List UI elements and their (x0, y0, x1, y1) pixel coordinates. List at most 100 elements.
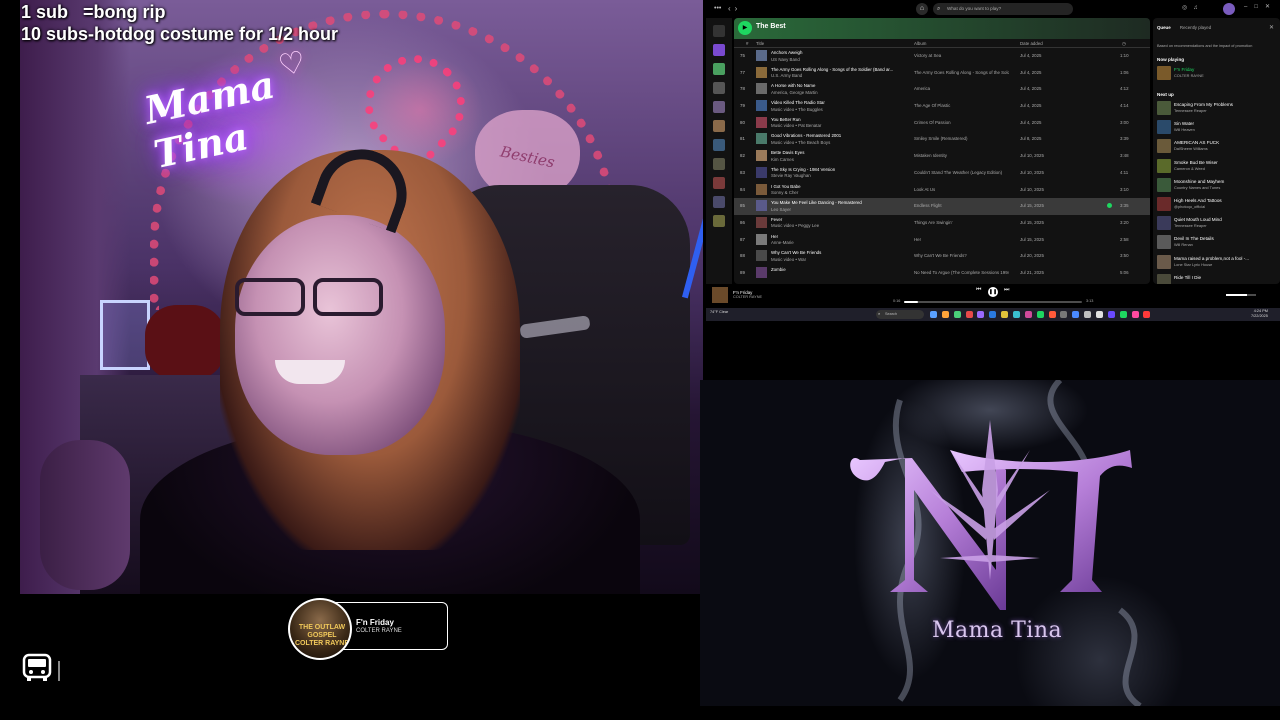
queue-item[interactable]: Smoke Bud Be Wiser Cameron & Weed (1157, 158, 1277, 173)
track-title: Why Can't We Be Friends (771, 250, 822, 256)
track-row[interactable]: 78 A Horse with No Name America, George Ma… (734, 81, 1150, 98)
library-icon[interactable] (713, 25, 725, 37)
track-row[interactable]: 82 Bette Davis Eyes Kim Carnes Mistaken Ide… (734, 148, 1150, 165)
app-icon[interactable] (1001, 311, 1009, 318)
track-thumb (756, 66, 767, 78)
column-headers: # Title Album Date added ◷ (734, 39, 1150, 48)
queue-item[interactable]: Escaping From My Problems Tennessee Reape… (1157, 101, 1277, 115)
queue-now-playing[interactable]: F'n Friday COLTER RAYNE (1157, 66, 1277, 80)
queue-item[interactable]: Devil In The Details Will Renan (1157, 235, 1277, 250)
queue-item[interactable]: Sin Water Will Heaven (1157, 120, 1277, 135)
desk-lamp (100, 300, 150, 370)
app-icon[interactable] (1024, 311, 1032, 318)
volume-slider[interactable] (1226, 294, 1256, 296)
tab-recently-played[interactable]: Recently played (1180, 25, 1211, 30)
track-row[interactable]: 81 Good Vibrations - Remastered 2001 Music… (734, 131, 1150, 148)
track-row[interactable]: 79 Video Killed The Radio Star Music video… (734, 98, 1150, 115)
search-input[interactable]: ⌕ What do you want to play? (933, 3, 1073, 15)
app-icon[interactable] (1084, 311, 1092, 318)
track-date-added: Jul 10, 2025 (1020, 153, 1044, 159)
home-icon[interactable]: ⌂ (916, 3, 928, 15)
weather-widget[interactable]: 74°F Clear (710, 310, 728, 314)
total-time: 3:13 (1086, 299, 1094, 303)
library-item[interactable] (713, 177, 725, 189)
library-item[interactable] (713, 44, 725, 56)
app-icon[interactable] (1119, 311, 1127, 318)
col-num[interactable]: # (746, 41, 748, 46)
track-row[interactable]: 84 I Got You Babe Sonny & Cher Look At Us Ju… (734, 182, 1150, 199)
play-button[interactable]: ▶ (738, 21, 752, 35)
library-item[interactable] (713, 215, 725, 227)
track-album: Crimes Of Passion (914, 119, 951, 125)
library-item[interactable] (713, 139, 725, 151)
app-icon[interactable] (1131, 311, 1139, 318)
queue-item[interactable]: Mama raised a problem,not a fool -... Lon… (1157, 254, 1277, 269)
saved-check-icon[interactable] (1107, 203, 1112, 209)
app-icon[interactable] (989, 311, 997, 318)
player-artist[interactable]: COLTER RAYNE (733, 295, 762, 299)
app-icon[interactable] (965, 311, 973, 318)
app-icon[interactable] (1013, 311, 1021, 318)
queue-item[interactable]: High Heels And Tattoos @photoqo_official (1157, 197, 1277, 211)
col-album[interactable]: Album (914, 41, 926, 46)
queue-thumb (1157, 139, 1171, 154)
avatar[interactable] (1223, 3, 1235, 15)
queue-item-artist: Will Renan (1174, 242, 1193, 248)
track-title: A Horse with No Name (771, 83, 816, 89)
taskbar-search[interactable]: ⌕ Search (876, 310, 924, 319)
col-duration-clock-icon[interactable]: ◷ (1122, 41, 1126, 47)
tab-queue[interactable]: Queue (1157, 25, 1171, 30)
window-controls[interactable]: –□✕ (1244, 3, 1277, 10)
col-title[interactable]: Title (756, 41, 764, 46)
back-forward-icon[interactable]: ‹› (728, 4, 741, 13)
library-item[interactable] (713, 63, 725, 75)
app-icon[interactable] (977, 311, 985, 318)
app-icon[interactable] (953, 311, 961, 318)
track-album: Things Are Swingin' (914, 219, 953, 225)
track-row[interactable]: 87 Her Anne-Marie Her Jul 15, 2025 2:58 (734, 232, 1150, 249)
library-item[interactable] (713, 158, 725, 170)
track-row[interactable]: 85 You Make Me Feel Like Dancing - Remast… (734, 198, 1150, 215)
queue-item[interactable]: Ride Till I Die (1157, 273, 1277, 284)
queue-item-artist: Will Heaven (1174, 127, 1195, 133)
library-item[interactable] (713, 196, 725, 208)
track-row[interactable]: 86 Fever Music video • Peggy Lee Things Are… (734, 215, 1150, 232)
app-icon[interactable] (1143, 311, 1151, 318)
track-row[interactable]: 80 You Better Run Music video • Pat Benata… (734, 115, 1150, 132)
queue-item[interactable]: Moonshine and Mayhem Country Names and Tu… (1157, 177, 1277, 192)
previous-icon[interactable]: ⏮ (976, 287, 981, 294)
track-album: Her (914, 236, 922, 242)
now-playing-label: Now playing (1157, 57, 1185, 62)
app-icon[interactable] (1072, 311, 1080, 318)
track-row[interactable]: 77 The Army Goes Rolling Along - Songs of… (734, 65, 1150, 82)
track-artist: Leo Sayer (771, 206, 792, 212)
spotify-app-icon[interactable] (1036, 311, 1044, 318)
track-date-added: Jul 15, 2025 (1020, 219, 1044, 225)
queue-item[interactable]: AMERICAN AS FUCK DalSheem Williams (1157, 139, 1277, 154)
queue-item[interactable]: Quiet Mouth Loud Mind Tennessee Reaper (1157, 216, 1277, 231)
app-icon[interactable] (1096, 311, 1104, 318)
col-date[interactable]: Date added (1020, 41, 1043, 46)
queue-item-artist: @photoqo_official (1174, 204, 1206, 209)
pause-button[interactable]: ❚❚ (988, 287, 998, 297)
track-row[interactable]: 75 Anchors Aweigh US Navy Band Victory at S… (734, 48, 1150, 65)
app-icon[interactable] (1048, 311, 1056, 318)
app-icon[interactable] (930, 311, 937, 318)
clock[interactable]: 4:24 PM 7/22/2025 (1251, 309, 1268, 319)
app-icon[interactable] (1107, 311, 1115, 318)
track-row[interactable]: 89 Zombie No Need To Argue (The Complete S… (734, 265, 1150, 282)
queue-item-artist: Tennessee Reaper (1174, 108, 1207, 113)
track-row[interactable]: 88 Why Can't We Be Friends Music video • W… (734, 248, 1150, 265)
app-icon[interactable] (941, 311, 949, 318)
library-item[interactable] (713, 120, 725, 132)
app-icon[interactable] (1060, 311, 1068, 318)
library-item[interactable] (713, 82, 725, 94)
menu-icon[interactable]: ••• (714, 5, 721, 12)
queue-thumb (1157, 254, 1171, 269)
close-icon[interactable]: ✕ (1269, 24, 1274, 31)
notification-icons[interactable]: ◎♫ (1182, 4, 1204, 11)
next-icon[interactable]: ⏭ (1004, 287, 1009, 294)
library-item[interactable] (713, 101, 725, 113)
progress-bar[interactable] (904, 301, 1082, 303)
track-row[interactable]: 83 The Sky Is Crying - 1984 Version Stevie… (734, 165, 1150, 182)
